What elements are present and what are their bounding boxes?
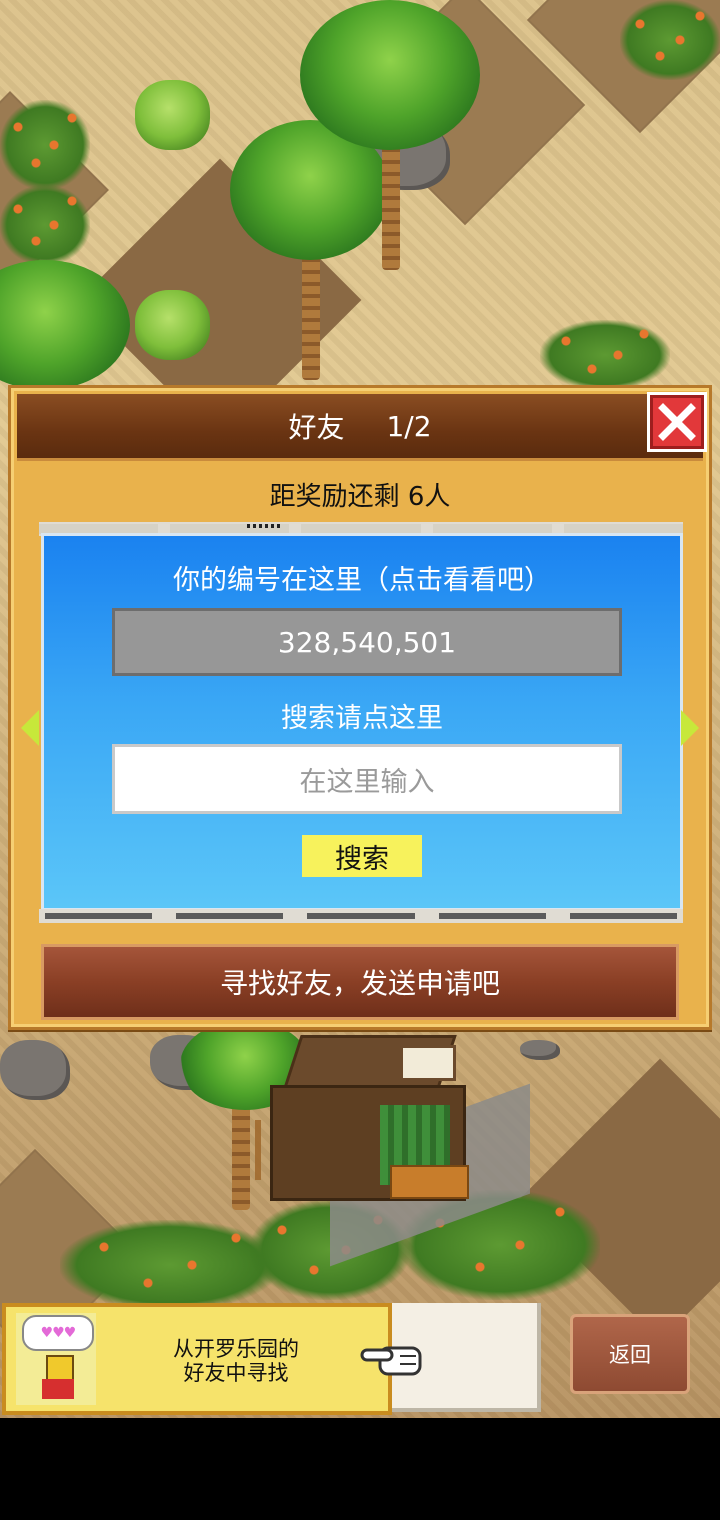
character-body — [42, 1379, 74, 1399]
next-page-arrow-icon[interactable] — [681, 710, 699, 746]
shop-hut — [270, 1035, 470, 1220]
character-icon — [40, 1355, 76, 1401]
bush — [135, 290, 210, 360]
close-button[interactable] — [647, 392, 707, 452]
search-label: 搜索请点这里 — [281, 703, 443, 734]
flower-patch — [0, 185, 90, 265]
flower-patch — [60, 1220, 280, 1310]
hut-counter — [390, 1165, 469, 1199]
reward-progress-text: 距奖励还剩 6人 — [269, 482, 451, 512]
bush — [135, 80, 210, 150]
hint-text: 从开罗乐园的 好友中寻找 — [136, 1337, 336, 1385]
friends-dialog: 好友 1/2 距奖励还剩 6人 你的编号在这里（点击看看吧） 328,540,5… — [8, 385, 712, 1030]
dialog-title: 好友 — [288, 411, 345, 444]
rock — [520, 1040, 560, 1060]
page-indicator: 1/2 — [386, 409, 432, 443]
back-button[interactable]: 返回 — [570, 1314, 690, 1394]
hut-sign — [400, 1045, 456, 1081]
tab — [176, 913, 284, 919]
page-dots — [247, 524, 283, 528]
panel-tabs-bottom — [39, 909, 683, 923]
hearts-bubble: ♥♥♥ — [22, 1315, 94, 1351]
close-icon — [658, 403, 696, 441]
player-id-box[interactable]: 328,540,501 — [112, 608, 622, 676]
tab — [569, 913, 678, 919]
flower-patch — [0, 100, 90, 190]
flower-patch — [540, 320, 670, 390]
palm-leaves — [300, 0, 480, 150]
find-from-kairo-friends-card[interactable]: ♥♥♥ 从开罗乐园的 好友中寻找 — [2, 1303, 392, 1415]
find-friends-button[interactable]: 寻找好友，发送申请吧 — [41, 944, 679, 1020]
id-label: 你的编号在这里（点击看看吧） — [173, 565, 551, 596]
pointing-hand-icon — [360, 1346, 422, 1376]
prev-page-arrow-icon[interactable] — [21, 710, 39, 746]
flower-patch — [620, 0, 720, 80]
screen-bottom-black-bar — [0, 1418, 720, 1520]
hint-line-1: 从开罗乐园的 — [173, 1337, 299, 1361]
tab — [45, 913, 153, 919]
friend-id-panel: 你的编号在这里（点击看看吧） 328,540,501 搜索请点这里 在这里输入 … — [41, 533, 683, 911]
tab — [307, 913, 415, 919]
avatar: ♥♥♥ — [16, 1313, 96, 1405]
dialog-title-bar: 好友 1/2 — [17, 394, 703, 461]
rock — [0, 1040, 70, 1100]
hint-line-2: 好友中寻找 — [183, 1361, 289, 1385]
search-button[interactable]: 搜索 — [302, 835, 422, 877]
search-input[interactable]: 在这里输入 — [112, 744, 622, 814]
tab — [438, 913, 546, 919]
